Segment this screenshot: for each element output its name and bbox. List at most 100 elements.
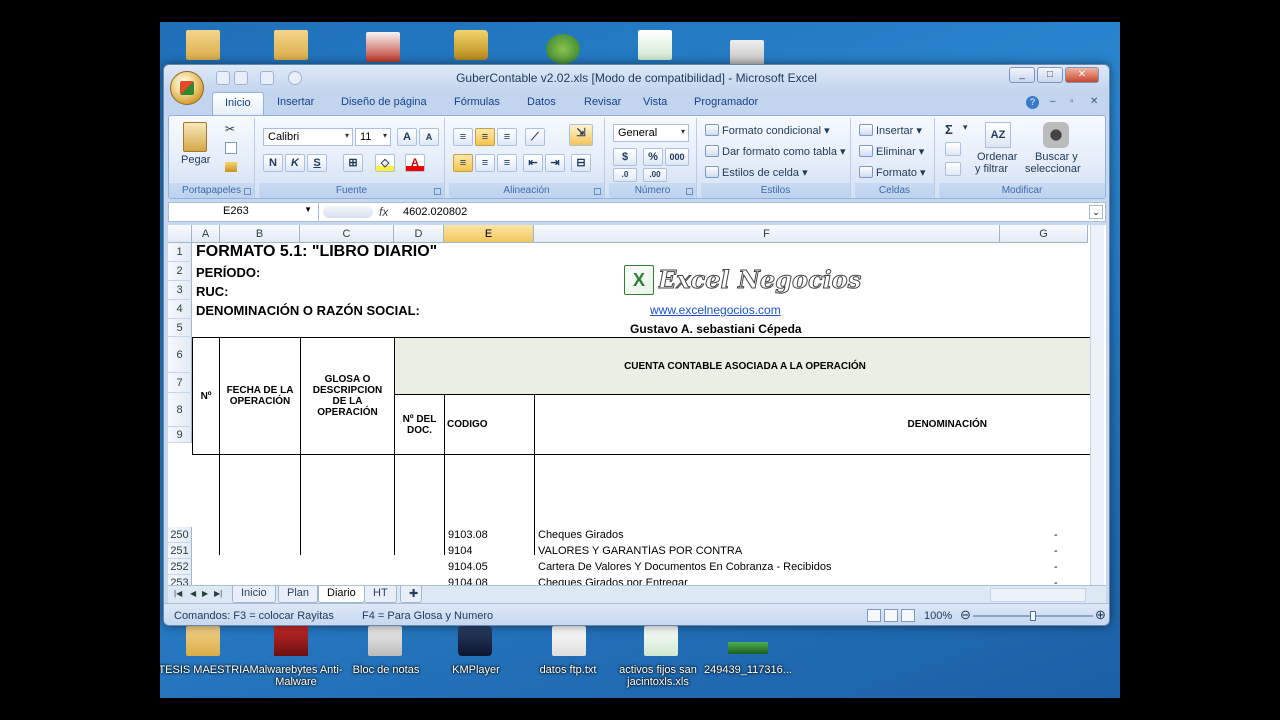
cell-codigo[interactable]: 9104 <box>448 545 472 557</box>
column-header[interactable]: F <box>534 225 1000 243</box>
copy-icon[interactable] <box>225 142 237 154</box>
number-format-select[interactable]: General ▾ <box>613 124 689 142</box>
clear-icon[interactable] <box>945 162 961 176</box>
next-sheet-icon[interactable]: ▶ <box>202 589 208 598</box>
orientation-icon[interactable]: ⟋ <box>525 128 545 146</box>
paste-icon[interactable] <box>183 122 207 152</box>
align-top-icon[interactable]: ≡ <box>453 128 473 146</box>
row-header[interactable]: 253 <box>168 575 192 585</box>
last-sheet-icon[interactable]: ▶| <box>214 589 222 598</box>
conditional-format-button[interactable]: Formato condicional ▾ <box>705 124 830 137</box>
cell-denominacion[interactable]: Cheques Girados <box>538 529 624 541</box>
find-select-label-2[interactable]: seleccionar <box>1025 163 1081 175</box>
increase-decimal-icon[interactable]: .0 <box>613 168 637 182</box>
percent-button[interactable]: % <box>643 148 663 166</box>
doc-minimize-icon[interactable]: – <box>1050 96 1056 107</box>
zoom-out-icon[interactable]: ⊖ <box>960 607 971 623</box>
delete-cells-button[interactable]: Eliminar ▾ <box>859 145 924 158</box>
dialog-launcher-icon[interactable] <box>244 188 251 195</box>
vertical-scrollbar[interactable] <box>1090 225 1104 585</box>
fill-icon[interactable] <box>945 142 961 156</box>
align-middle-icon[interactable]: ≡ <box>475 128 495 146</box>
fill-color-icon[interactable]: ◇ <box>375 154 395 172</box>
row-header[interactable]: 4 <box>168 300 192 319</box>
tab-formulas[interactable]: Fórmulas <box>454 96 500 108</box>
name-box[interactable]: E263 ▼ <box>169 203 319 221</box>
cell-g[interactable]: - <box>1054 561 1058 573</box>
sort-filter-label-2[interactable]: y filtrar <box>975 163 1008 175</box>
decrease-decimal-icon[interactable]: .00 <box>643 168 667 182</box>
wrap-text-icon[interactable]: ⇲ <box>569 124 593 146</box>
align-center-icon[interactable]: ≡ <box>475 154 495 172</box>
row-header[interactable]: 6 <box>168 337 192 373</box>
cell-g[interactable]: - <box>1054 529 1058 541</box>
excel-file-icon[interactable] <box>638 30 672 60</box>
folder-icon[interactable] <box>186 626 220 656</box>
row-header[interactable]: 2 <box>168 262 192 281</box>
page-layout-view-icon[interactable] <box>884 609 898 622</box>
row-header[interactable]: 5 <box>168 319 192 337</box>
users-icon[interactable] <box>546 34 580 64</box>
folder-icon[interactable] <box>274 30 308 60</box>
row-header[interactable]: 8 <box>168 393 192 427</box>
binoculars-icon[interactable] <box>1043 122 1069 148</box>
format-painter-icon[interactable] <box>225 162 237 172</box>
underline-button[interactable]: S <box>307 154 327 172</box>
row-header[interactable]: 9 <box>168 427 192 443</box>
insert-function-icon[interactable]: fx <box>379 205 388 219</box>
column-header[interactable]: E <box>444 225 534 243</box>
notepad-icon[interactable] <box>368 626 402 656</box>
prev-sheet-icon[interactable]: ◀ <box>190 589 196 598</box>
column-header[interactable]: B <box>220 225 300 243</box>
office-button[interactable] <box>170 71 204 105</box>
cell-codigo[interactable]: 9104.05 <box>448 561 488 573</box>
horizontal-scrollbar[interactable] <box>990 588 1086 602</box>
spreadsheet-grid[interactable]: A B C D E F G 1 2 3 4 5 6 7 8 9 FORMATO … <box>168 225 1106 585</box>
format-as-table-button[interactable]: Dar formato como tabla ▾ <box>705 145 846 158</box>
tab-insertar[interactable]: Insertar <box>277 96 314 108</box>
close-button[interactable]: ✕ <box>1065 67 1099 83</box>
borders-icon[interactable]: ⊞ <box>343 154 363 172</box>
chevron-down-icon[interactable]: ▾ <box>963 122 968 133</box>
row-header[interactable]: 251 <box>168 543 192 559</box>
folder-icon[interactable] <box>186 30 220 60</box>
sheet-tab-inicio[interactable]: Inicio <box>232 586 276 603</box>
cell-g[interactable]: - <box>1054 545 1058 557</box>
cell-styles-button[interactable]: Estilos de celda ▾ <box>705 166 808 179</box>
doc-close-icon[interactable]: ✕ <box>1090 96 1098 107</box>
column-header[interactable]: A <box>192 225 220 243</box>
kmplayer-icon[interactable] <box>458 626 492 656</box>
text-file-icon[interactable] <box>552 626 586 656</box>
row-header[interactable]: 1 <box>168 243 192 262</box>
image-file-icon[interactable] <box>728 642 768 654</box>
increase-indent-icon[interactable]: ⇥ <box>545 154 565 172</box>
cell-denominacion[interactable]: Cheques Girados por Entregar <box>538 577 688 585</box>
insert-sheet-icon[interactable]: ✚ <box>400 586 422 603</box>
thousands-button[interactable]: 000 <box>665 148 689 166</box>
sheet-tab-diario[interactable]: Diario <box>318 586 365 603</box>
cell-denominacion[interactable]: Cartera De Valores Y Documentos En Cobra… <box>538 561 831 573</box>
align-right-icon[interactable]: ≡ <box>497 154 517 172</box>
sheet-tab-plan[interactable]: Plan <box>278 586 319 603</box>
cell-codigo[interactable]: 9104.08 <box>448 577 488 585</box>
column-header[interactable]: C <box>300 225 394 243</box>
row-header[interactable]: 3 <box>168 281 192 300</box>
sheet-tab-ht[interactable]: HT <box>364 586 397 603</box>
font-size-select[interactable]: 11 ▾ <box>355 128 391 146</box>
help-icon[interactable]: ? <box>1026 96 1039 109</box>
column-header[interactable]: G <box>1000 225 1088 243</box>
shrink-font-button[interactable]: A <box>419 128 439 146</box>
zoom-slider-thumb[interactable] <box>1030 611 1036 621</box>
currency-icon[interactable]: $ <box>613 148 637 166</box>
insert-cells-button[interactable]: Insertar ▾ <box>859 124 922 137</box>
row-header[interactable]: 250 <box>168 527 192 543</box>
align-left-icon[interactable]: ≡ <box>453 154 473 172</box>
merge-center-icon[interactable]: ⊟ <box>571 154 591 172</box>
normal-view-icon[interactable] <box>867 609 881 622</box>
grow-font-button[interactable]: A <box>397 128 417 146</box>
row-header[interactable]: 7 <box>168 373 192 393</box>
dialog-launcher-icon[interactable] <box>594 188 601 195</box>
tab-revisar[interactable]: Revisar <box>584 96 621 108</box>
tab-inicio[interactable]: Inicio <box>212 92 264 115</box>
minimize-button[interactable]: _ <box>1009 67 1035 83</box>
